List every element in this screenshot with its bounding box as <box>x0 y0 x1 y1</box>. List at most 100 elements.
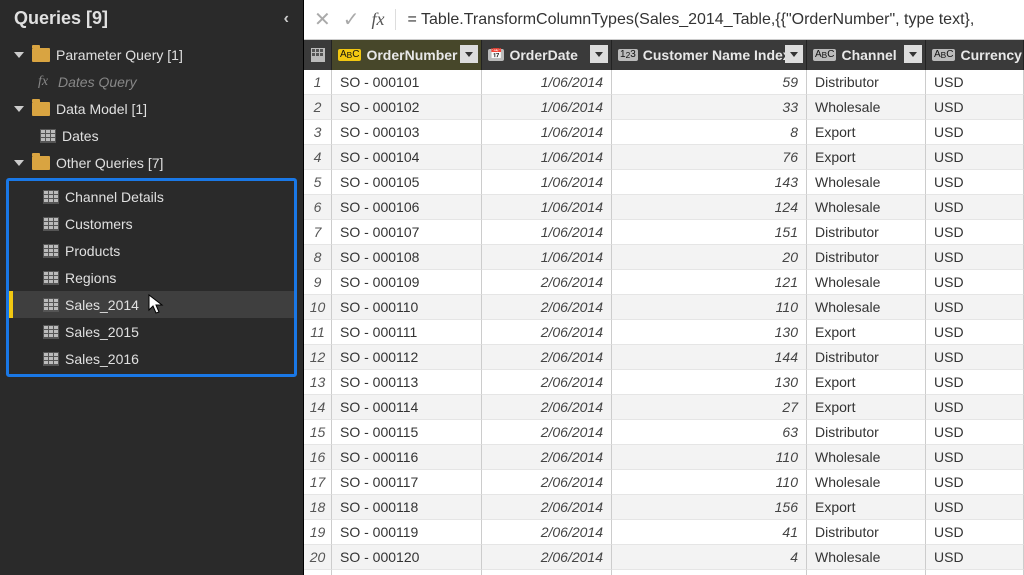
query-products[interactable]: Products <box>9 237 294 264</box>
cell-channel[interactable]: Wholesale <box>807 545 926 570</box>
cell-channel[interactable]: Export <box>807 395 926 420</box>
cell-ordernumber[interactable]: SO - 000114 <box>332 395 482 420</box>
cell-currency[interactable]: USD <box>926 145 1024 170</box>
cell-channel[interactable]: Distributor <box>807 70 926 95</box>
cell-customer-index[interactable]: 33 <box>612 95 807 120</box>
cell-ordernumber[interactable]: SO - 000110 <box>332 295 482 320</box>
collapse-sidebar-icon[interactable]: ‹ <box>284 10 289 28</box>
cell-orderdate[interactable]: 2/06/2014 <box>482 320 612 345</box>
cell-orderdate[interactable]: 1/06/2014 <box>482 95 612 120</box>
table-row[interactable]: 16SO - 0001162/06/2014110WholesaleUSD <box>304 445 1024 470</box>
cell-customer-index[interactable]: 63 <box>612 420 807 445</box>
query-sales-2016[interactable]: Sales_2016 <box>9 345 294 372</box>
table-row[interactable]: 5SO - 0001051/06/2014143WholesaleUSD <box>304 170 1024 195</box>
cell-ordernumber[interactable]: SO - 000106 <box>332 195 482 220</box>
cell-ordernumber[interactable]: SO - 000115 <box>332 420 482 445</box>
row-index-header[interactable] <box>304 40 332 70</box>
query-regions[interactable]: Regions <box>9 264 294 291</box>
table-row[interactable]: 2SO - 0001021/06/201433WholesaleUSD <box>304 95 1024 120</box>
cell-channel[interactable]: Wholesale <box>807 470 926 495</box>
cell-customer-index[interactable]: 151 <box>612 220 807 245</box>
query-sales-2014[interactable]: Sales_2014 <box>9 291 294 318</box>
cell-ordernumber[interactable]: SO - 000112 <box>332 345 482 370</box>
table-row[interactable]: 6SO - 0001061/06/2014124WholesaleUSD <box>304 195 1024 220</box>
cell-ordernumber[interactable]: SO - 000118 <box>332 495 482 520</box>
query-dates[interactable]: Dates <box>0 122 303 149</box>
column-ordernumber[interactable]: ABC OrderNumber <box>332 40 482 70</box>
cell-currency[interactable]: USD <box>926 495 1024 520</box>
query-dates-query[interactable]: fx Dates Query <box>0 68 303 95</box>
table-row[interactable]: 18SO - 0001182/06/2014156ExportUSD <box>304 495 1024 520</box>
cell-ordernumber[interactable]: SO - 000113 <box>332 370 482 395</box>
cell-orderdate[interactable]: 2/06/2014 <box>482 470 612 495</box>
cell-channel[interactable] <box>807 570 926 575</box>
cell-channel[interactable]: Wholesale <box>807 445 926 470</box>
cell-orderdate[interactable]: 2/06/2014 <box>482 295 612 320</box>
cell-channel[interactable]: Distributor <box>807 520 926 545</box>
cell-channel[interactable]: Wholesale <box>807 270 926 295</box>
column-currency[interactable]: ABC Currency <box>926 40 1024 70</box>
cell-customer-index[interactable]: 156 <box>612 495 807 520</box>
cell-customer-index[interactable]: 76 <box>612 145 807 170</box>
cell-ordernumber[interactable]: SO - 000108 <box>332 245 482 270</box>
cell-orderdate[interactable]: 1/06/2014 <box>482 220 612 245</box>
cell-orderdate[interactable] <box>482 570 612 575</box>
query-channel-details[interactable]: Channel Details <box>9 183 294 210</box>
cell-channel[interactable]: Distributor <box>807 345 926 370</box>
cell-orderdate[interactable]: 2/06/2014 <box>482 495 612 520</box>
table-row[interactable]: 9SO - 0001092/06/2014121WholesaleUSD <box>304 270 1024 295</box>
cell-ordernumber[interactable]: SO - 000119 <box>332 520 482 545</box>
cell-customer-index[interactable]: 41 <box>612 520 807 545</box>
filter-dropdown-icon[interactable] <box>904 45 922 63</box>
group-other-queries[interactable]: Other Queries [7] <box>0 149 303 176</box>
cell-customer-index[interactable]: 4 <box>612 545 807 570</box>
cell-currency[interactable]: USD <box>926 295 1024 320</box>
cell-orderdate[interactable]: 2/06/2014 <box>482 420 612 445</box>
cell-ordernumber[interactable]: SO - 000111 <box>332 320 482 345</box>
cell-orderdate[interactable]: 2/06/2014 <box>482 270 612 295</box>
cell-currency[interactable]: USD <box>926 195 1024 220</box>
table-row[interactable]: 17SO - 0001172/06/2014110WholesaleUSD <box>304 470 1024 495</box>
group-data-model[interactable]: Data Model [1] <box>0 95 303 122</box>
cell-ordernumber[interactable]: SO - 000109 <box>332 270 482 295</box>
cell-orderdate[interactable]: 1/06/2014 <box>482 145 612 170</box>
cell-customer-index[interactable]: 112 <box>612 570 807 575</box>
cell-orderdate[interactable]: 2/06/2014 <box>482 445 612 470</box>
column-channel[interactable]: ABC Channel <box>807 40 926 70</box>
cell-orderdate[interactable]: 2/06/2014 <box>482 370 612 395</box>
cell-ordernumber[interactable]: SO - 000117 <box>332 470 482 495</box>
cell-currency[interactable]: USD <box>926 95 1024 120</box>
cell-currency[interactable]: USD <box>926 345 1024 370</box>
cell-currency[interactable]: USD <box>926 270 1024 295</box>
cell-customer-index[interactable]: 121 <box>612 270 807 295</box>
cell-ordernumber[interactable]: SO - 000116 <box>332 445 482 470</box>
cell-customer-index[interactable]: 130 <box>612 320 807 345</box>
cell-currency[interactable]: USD <box>926 445 1024 470</box>
cell-customer-index[interactable]: 143 <box>612 170 807 195</box>
cell-channel[interactable]: Distributor <box>807 245 926 270</box>
filter-dropdown-icon[interactable] <box>590 45 608 63</box>
table-row[interactable]: 19SO - 0001192/06/201441DistributorUSD <box>304 520 1024 545</box>
cell-customer-index[interactable]: 124 <box>612 195 807 220</box>
data-grid[interactable]: 1SO - 0001011/06/201459DistributorUSD2SO… <box>304 70 1024 575</box>
cell-customer-index[interactable]: 110 <box>612 445 807 470</box>
table-row[interactable]: 10SO - 0001102/06/2014110WholesaleUSD <box>304 295 1024 320</box>
cell-channel[interactable]: Wholesale <box>807 170 926 195</box>
cell-customer-index[interactable]: 8 <box>612 120 807 145</box>
cell-orderdate[interactable]: 2/06/2014 <box>482 545 612 570</box>
cell-ordernumber[interactable]: SO - 000102 <box>332 95 482 120</box>
group-parameter-query[interactable]: Parameter Query [1] <box>0 41 303 68</box>
table-row[interactable]: 12SO - 0001122/06/2014144DistributorUSD <box>304 345 1024 370</box>
cell-ordernumber[interactable]: SO - 000103 <box>332 120 482 145</box>
cell-channel[interactable]: Wholesale <box>807 95 926 120</box>
formula-input[interactable] <box>408 11 1014 29</box>
cell-channel[interactable]: Wholesale <box>807 295 926 320</box>
cell-currency[interactable] <box>926 570 1024 575</box>
table-row[interactable]: 1SO - 0001011/06/201459DistributorUSD <box>304 70 1024 95</box>
cell-currency[interactable]: USD <box>926 545 1024 570</box>
table-row[interactable]: 7SO - 0001071/06/2014151DistributorUSD <box>304 220 1024 245</box>
cell-currency[interactable]: USD <box>926 395 1024 420</box>
table-row[interactable]: 13SO - 0001132/06/2014130ExportUSD <box>304 370 1024 395</box>
table-row[interactable]: 15SO - 0001152/06/201463DistributorUSD <box>304 420 1024 445</box>
cell-customer-index[interactable]: 130 <box>612 370 807 395</box>
